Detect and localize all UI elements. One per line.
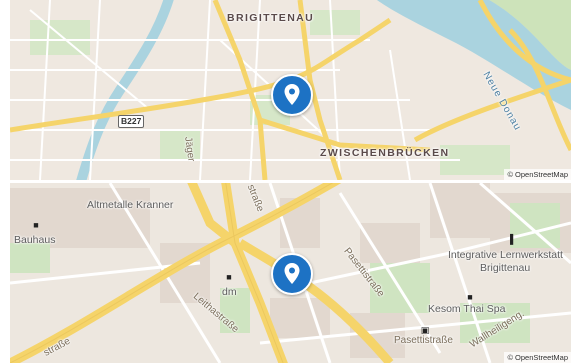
poi-label-kesom-thai-spa[interactable]: Kesom Thai Spa — [428, 303, 505, 315]
fuel-icon: ▣ — [420, 325, 430, 335]
poi-label-integrative-lernwerkstatt[interactable]: Integrative Lernwerkstatt — [448, 249, 563, 261]
map-attribution[interactable]: © OpenStreetMap — [504, 169, 571, 180]
school-icon: ▐ — [506, 234, 514, 244]
location-pin-icon[interactable] — [271, 74, 313, 116]
poi-label-bauhaus[interactable]: Bauhaus — [14, 234, 55, 246]
map-top[interactable]: BRIGITTENAU ZWISCHENBRÜCKEN Jäger Neue D… — [10, 0, 571, 180]
shopping-bag-icon: ■ — [467, 292, 473, 302]
shopping-bag-icon: ■ — [226, 272, 232, 282]
road-shield-b227: B227 — [118, 115, 145, 128]
map-attribution[interactable]: © OpenStreetMap — [504, 352, 571, 363]
location-pin-icon[interactable] — [271, 253, 313, 295]
poi-label-dm[interactable]: dm — [222, 286, 237, 298]
street-label-pasettistrasse: Pasettistraße — [394, 335, 453, 346]
poi-label-brigittenau[interactable]: Brigittenau — [480, 262, 530, 274]
shopping-bag-icon: ■ — [33, 220, 39, 230]
poi-label-altmetalle-kranner[interactable]: Altmetalle Kranner — [87, 199, 173, 211]
district-label-zwischenbruecken: ZWISCHENBRÜCKEN — [320, 147, 450, 159]
district-label-brigittenau: BRIGITTENAU — [227, 12, 315, 24]
map-bottom[interactable]: ■ ■ ■ ▐ ▣ Altmetalle Kranner Bauhaus dm … — [10, 183, 571, 363]
